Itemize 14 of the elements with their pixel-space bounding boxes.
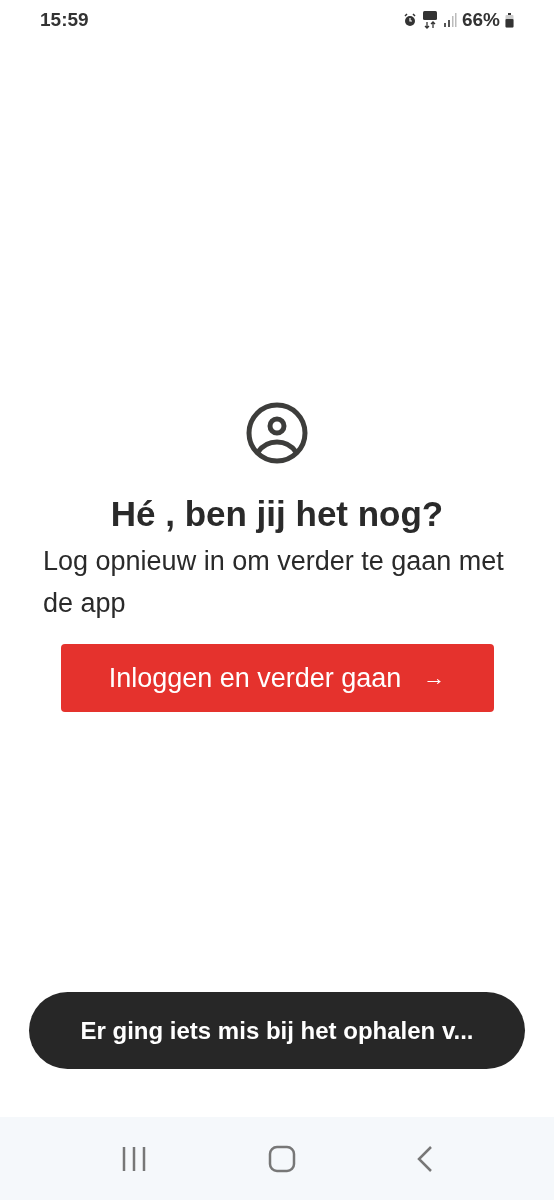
error-toast: Er ging iets mis bij het ophalen v... — [29, 992, 525, 1069]
home-icon[interactable] — [268, 1144, 296, 1173]
battery-percentage: 66% — [461, 9, 500, 31]
login-button[interactable]: Inloggen en verder gaan → — [60, 644, 494, 712]
recent-apps-icon[interactable] — [120, 1145, 148, 1172]
status-time: 15:59 — [40, 9, 89, 31]
signal-icon — [442, 13, 457, 27]
back-icon[interactable] — [416, 1144, 434, 1173]
alarm-clock-icon — [402, 13, 417, 27]
network-icon — [421, 11, 438, 29]
user-profile-icon — [246, 402, 308, 464]
prompt-title: Hé , ben jij het nog? — [110, 494, 444, 534]
battery-icon — [505, 12, 514, 28]
prompt-message: Log opnieuw in om verder te gaan met de app — [42, 545, 505, 620]
